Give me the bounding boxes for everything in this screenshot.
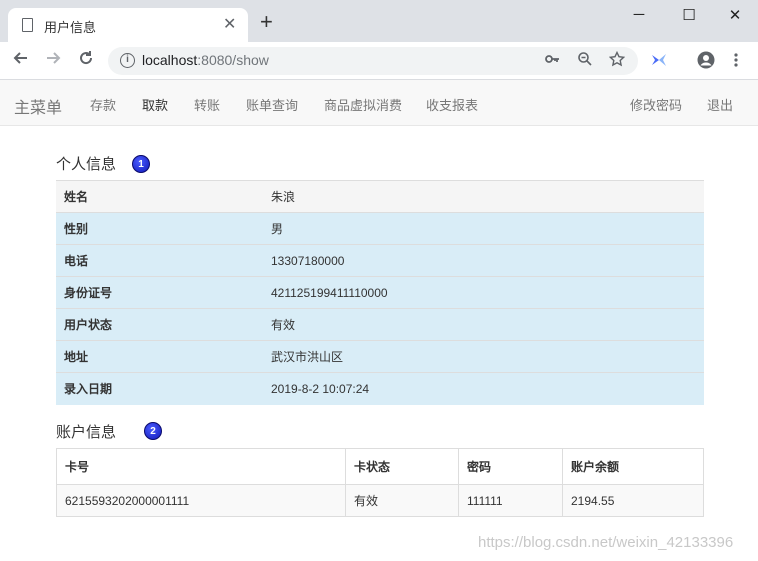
column-header-balance: 账户余额: [562, 448, 704, 485]
minimize-icon[interactable]: ─: [616, 6, 662, 23]
menu-icon[interactable]: [733, 51, 739, 74]
table-row: 姓名 朱浪: [56, 180, 704, 213]
table-header-row: 卡号 卡状态 密码 账户余额: [56, 448, 704, 485]
badge-2: 2: [144, 422, 162, 440]
badge-1: 1: [132, 155, 150, 173]
info-value: 男: [263, 212, 704, 245]
nav-item-withdraw[interactable]: 取款: [142, 95, 168, 114]
table-row: 用户状态 有效: [56, 308, 704, 341]
url-text: localhost:8080/show: [142, 52, 269, 68]
column-header-card-no: 卡号: [56, 448, 346, 485]
info-label: 身份证号: [56, 276, 263, 309]
account-info-title: 账户信息: [56, 424, 117, 441]
column-header-password: 密码: [458, 448, 563, 485]
table-row: 身份证号 421125199411110000: [56, 276, 704, 309]
column-header-card-status: 卡状态: [345, 448, 459, 485]
info-label: 地址: [56, 340, 263, 373]
url-path: :8080/show: [197, 52, 269, 68]
nav-item-virtual-purchase[interactable]: 商品虚拟消费: [324, 95, 402, 114]
back-icon[interactable]: [12, 49, 30, 72]
personal-info-title: 个人信息: [56, 156, 117, 173]
nav-item-logout[interactable]: 退出: [707, 95, 733, 114]
nav-item-change-password[interactable]: 修改密码: [630, 95, 682, 114]
info-label: 性别: [56, 212, 263, 245]
site-navbar: 主菜单 存款 取款 转账 账单查询 商品虚拟消费 收支报表 修改密码 退出: [0, 80, 758, 126]
nav-item-bill-query[interactable]: 账单查询: [246, 95, 298, 114]
info-value: 13307180000: [263, 244, 704, 277]
table-row: 性别 男: [56, 212, 704, 245]
balance-cell: 2194.55: [562, 484, 704, 517]
tab-title: 用户信息: [44, 20, 97, 35]
info-label: 电话: [56, 244, 263, 277]
info-label: 录入日期: [56, 372, 263, 405]
table-row: 地址 武汉市洪山区: [56, 340, 704, 373]
nav-item-deposit[interactable]: 存款: [90, 95, 116, 114]
watermark: https://blog.csdn.net/weixin_42133396: [478, 534, 734, 551]
maximize-icon[interactable]: ☐: [666, 6, 712, 24]
table-row: 6215593202000001111 有效 111111 2194.55: [56, 484, 704, 517]
card-status-cell: 有效: [345, 484, 459, 517]
info-label: 姓名: [56, 180, 263, 213]
forward-icon[interactable]: [44, 49, 62, 72]
close-tab-icon[interactable]: ✕: [223, 14, 236, 34]
zoom-out-icon[interactable]: [577, 51, 593, 71]
key-icon[interactable]: [544, 51, 560, 71]
info-value: 2019-8-2 10:07:24: [263, 372, 704, 405]
info-value: 有效: [263, 308, 704, 341]
star-icon[interactable]: [608, 50, 626, 71]
info-value: 武汉市洪山区: [263, 340, 704, 373]
account-icon[interactable]: [697, 51, 715, 74]
browser-toolbar: i localhost:8080/show: [0, 42, 758, 80]
browser-tab[interactable]: 用户信息 ✕: [8, 8, 248, 42]
personal-info-table: 姓名 朱浪 性别 男 电话 13307180000 身份证号 421125199…: [56, 180, 704, 405]
new-tab-icon[interactable]: +: [260, 11, 273, 33]
account-info-table: 卡号 卡状态 密码 账户余额 6215593202000001111 有效 11…: [56, 448, 704, 517]
nav-item-report[interactable]: 收支报表: [426, 95, 478, 114]
card-no-cell: 6215593202000001111: [56, 484, 346, 517]
password-cell: 111111: [458, 484, 563, 517]
info-icon[interactable]: i: [120, 53, 135, 68]
address-bar[interactable]: i localhost:8080/show: [108, 47, 638, 75]
table-row: 电话 13307180000: [56, 244, 704, 277]
table-row: 录入日期 2019-8-2 10:07:24: [56, 372, 704, 405]
browser-tab-bar: 用户信息 ✕ + ─ ☐ ✕: [0, 0, 758, 42]
nav-brand[interactable]: 主菜单: [14, 94, 62, 118]
document-icon: [22, 18, 33, 32]
extension-icon[interactable]: [650, 51, 668, 74]
info-label: 用户状态: [56, 308, 263, 341]
window-close-icon[interactable]: ✕: [712, 6, 758, 24]
info-value: 421125199411110000: [263, 276, 704, 309]
url-host: localhost: [142, 52, 198, 68]
info-value: 朱浪: [263, 180, 704, 213]
reload-icon[interactable]: [77, 49, 95, 72]
nav-item-transfer[interactable]: 转账: [194, 95, 220, 114]
